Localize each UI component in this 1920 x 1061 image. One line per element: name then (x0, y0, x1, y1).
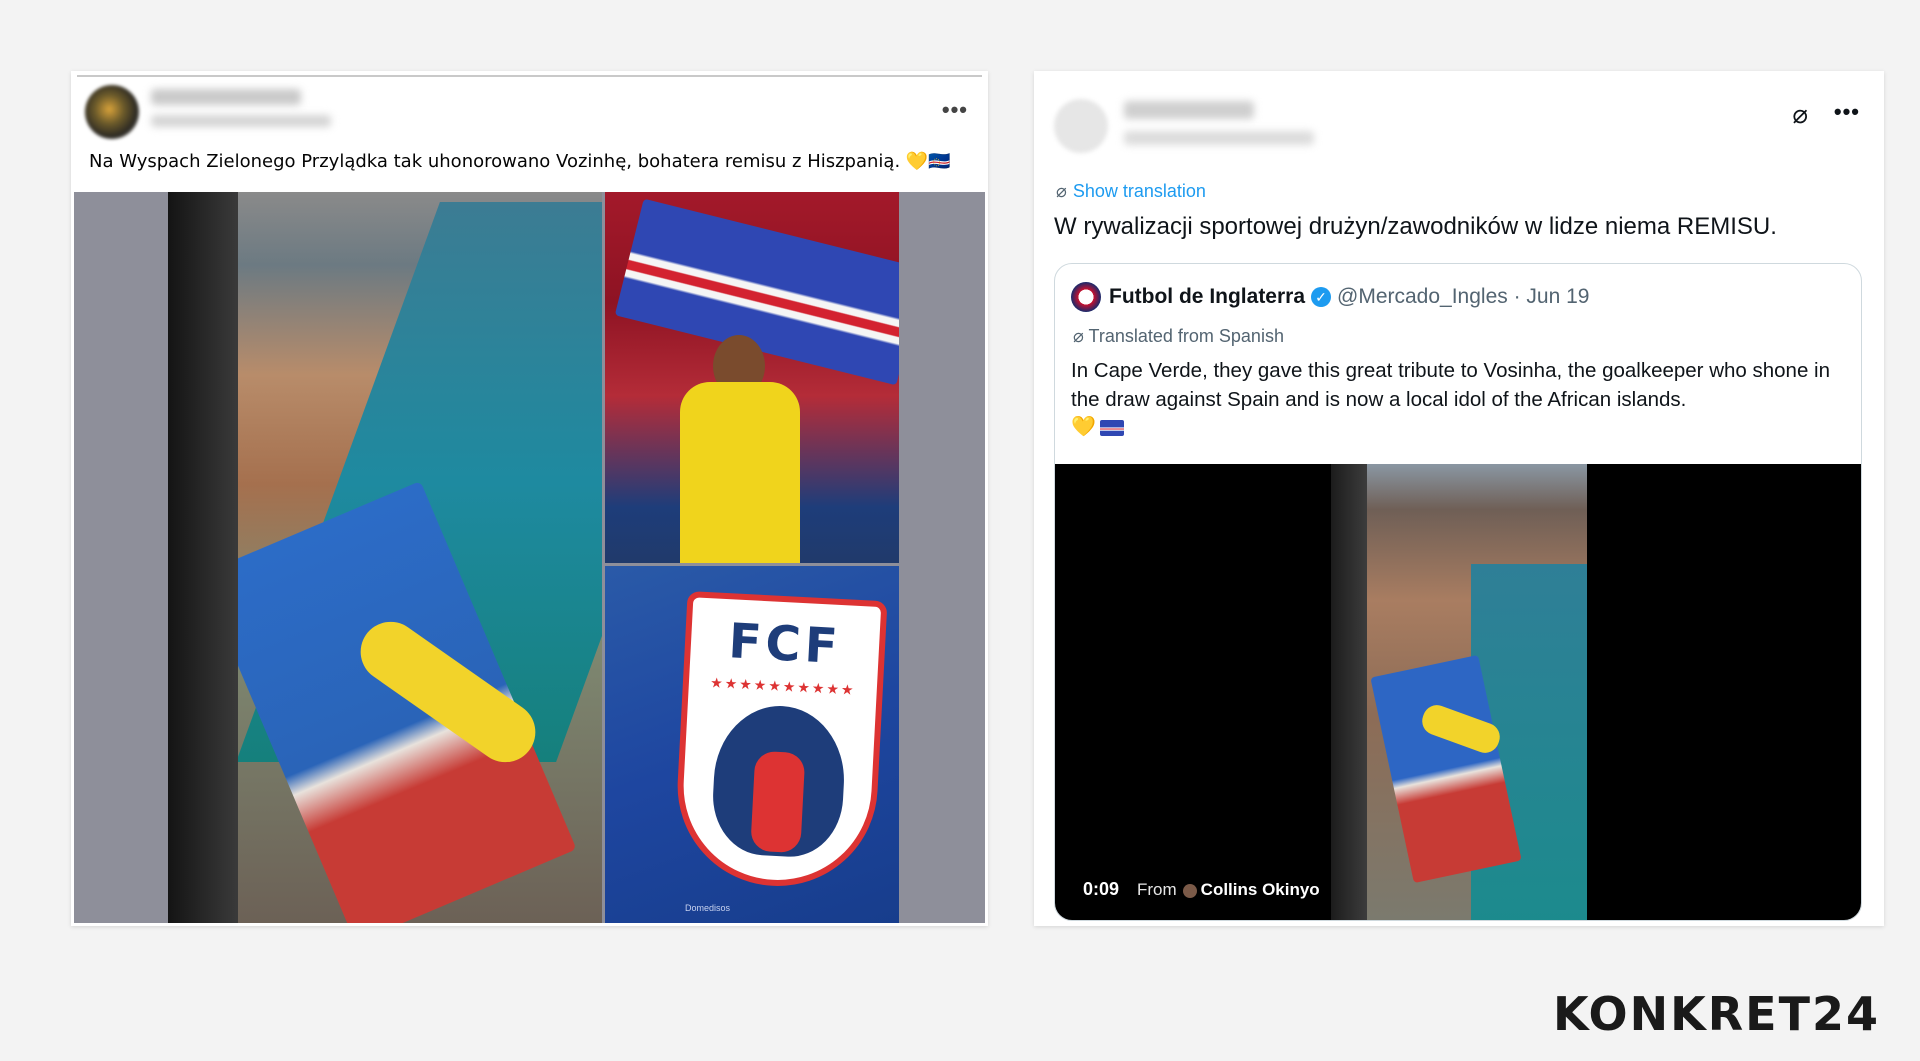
yellow-heart-emoji: 💛 (1071, 416, 1096, 438)
author-avatar[interactable] (85, 85, 139, 139)
x-post-card: ⌀ ••• ⌀ Show translation W rywalizacji sp… (1034, 71, 1884, 926)
show-translation-link[interactable]: ⌀ Show translation (1056, 181, 1206, 202)
video-player[interactable]: 0:09 From Collins Okinyo (1055, 464, 1861, 920)
author-name-blurred[interactable] (1124, 101, 1254, 119)
crest-stars: ★★★★★★★★★★ (709, 674, 856, 698)
player-jersey (680, 382, 800, 563)
translated-label-text: Translated from Spanish (1088, 326, 1284, 346)
more-options-icon[interactable]: ••• (942, 97, 968, 123)
quoted-header: Futbol de Inglaterra ✓ @Mercado_Ingles · J… (1071, 282, 1589, 312)
konkret24-logo: KONKRET24 (1552, 987, 1880, 1041)
fcf-crest: FCF ★★★★★★★★★★ (672, 590, 888, 892)
crest-text: FCF (727, 613, 843, 676)
post-caption: Na Wyspach Zielonego Przylądka tak uhono… (89, 151, 951, 172)
quoted-tweet[interactable]: Futbol de Inglaterra ✓ @Mercado_Ingles · J… (1054, 263, 1862, 921)
quoted-handle-date[interactable]: @Mercado_Ingles · Jun 19 (1337, 285, 1589, 308)
translate-icon: ⌀ (1056, 181, 1067, 201)
verified-badge-icon: ✓ (1311, 287, 1332, 307)
media-credit: Domedisos (685, 903, 731, 913)
video-author-avatar (1182, 883, 1197, 898)
post-date-blurred[interactable] (151, 115, 331, 127)
video-from-label: From (1137, 880, 1177, 899)
video-source[interactable]: From Collins Okinyo (1137, 880, 1320, 900)
video-frame (1331, 464, 1587, 920)
player-with-flag-photo (605, 192, 899, 563)
author-name-blurred[interactable] (151, 89, 301, 105)
quoted-emoji-row: 💛 (1071, 414, 1124, 439)
more-options-icon[interactable]: ••• (1834, 99, 1860, 125)
cape-verde-flag-emoji (1099, 419, 1124, 436)
quoted-author-name[interactable]: Futbol de Inglaterra (1109, 285, 1305, 308)
post-image[interactable]: FCF ★★★★★★★★★★ Domedisos (74, 192, 985, 923)
aerial-mural-photo (168, 192, 602, 923)
facebook-post-card: ••• Na Wyspach Zielonego Przylądka tak u… (71, 71, 988, 926)
crest-red-stripe (750, 750, 806, 854)
video-timestamp: 0:09 (1083, 879, 1120, 899)
quoted-avatar[interactable] (1071, 282, 1101, 312)
quoted-text: In Cape Verde, they gave this great trib… (1071, 359, 1831, 411)
video-author-name[interactable]: Collins Okinyo (1201, 880, 1320, 899)
translate-icon: ⌀ (1073, 326, 1084, 346)
tweet-text: W rywalizacji sportowej drużyn/zawodnikó… (1054, 213, 1777, 240)
fcf-crest-photo: FCF ★★★★★★★★★★ Domedisos (605, 566, 899, 923)
show-translation-label[interactable]: Show translation (1073, 181, 1206, 201)
grok-icon[interactable]: ⌀ (1792, 99, 1808, 130)
translated-from-label: ⌀ Translated from Spanish (1073, 326, 1284, 347)
card-divider (77, 75, 982, 77)
helicopter-frame (168, 192, 238, 923)
author-avatar[interactable] (1054, 99, 1108, 153)
video-helicopter-frame (1331, 464, 1367, 920)
author-handle-blurred[interactable] (1124, 131, 1314, 145)
